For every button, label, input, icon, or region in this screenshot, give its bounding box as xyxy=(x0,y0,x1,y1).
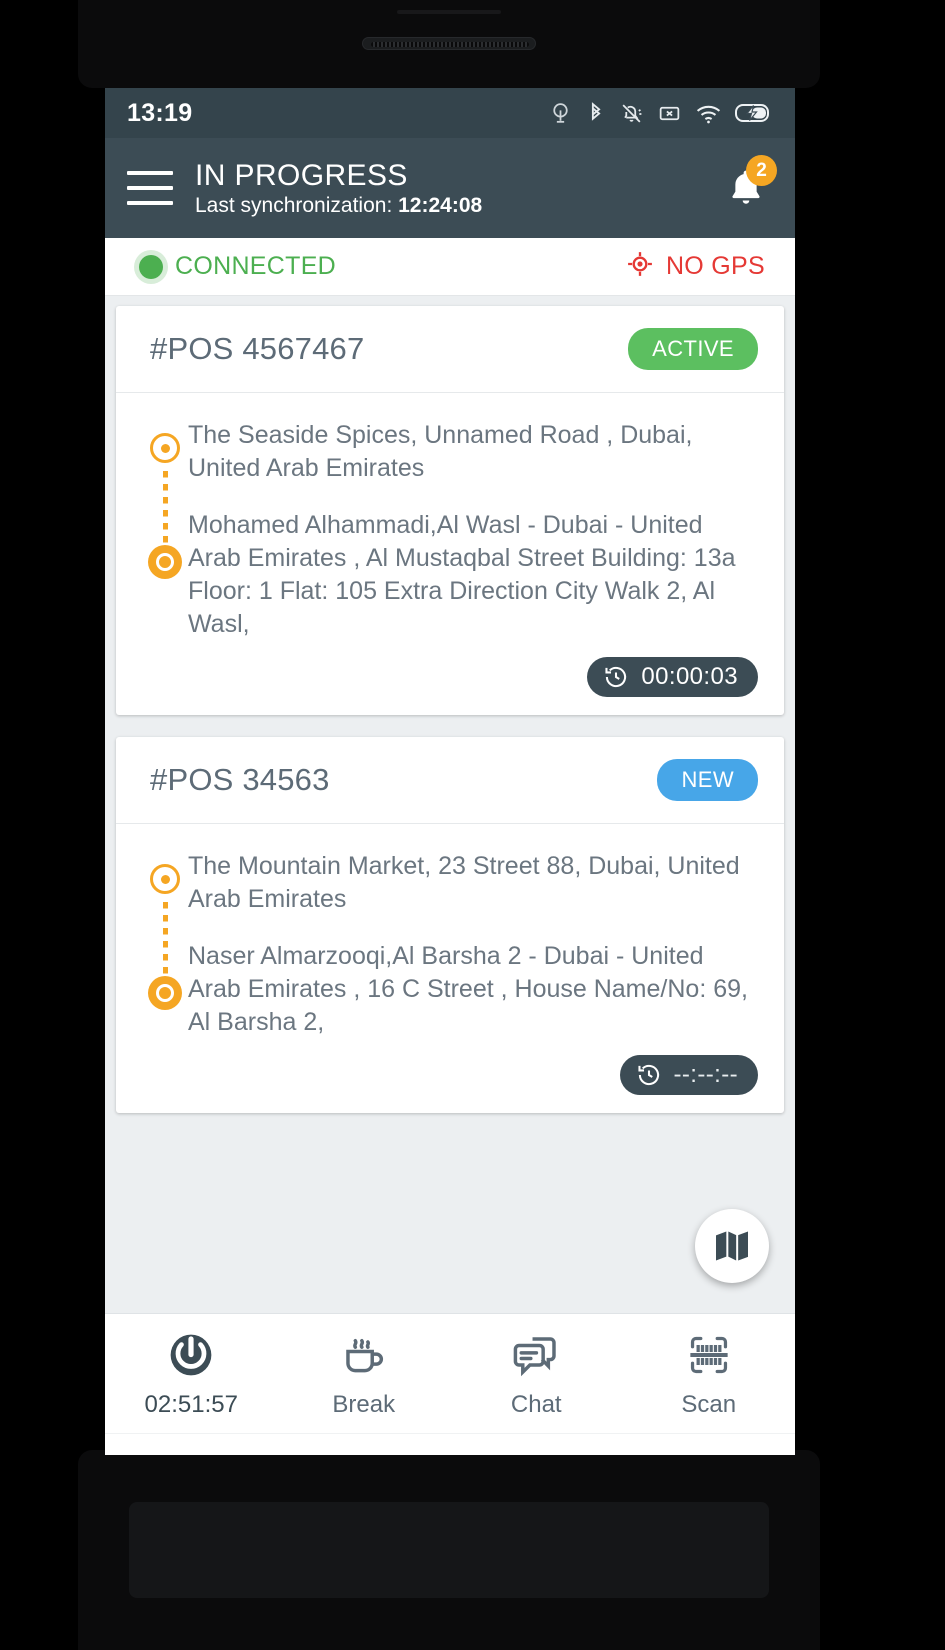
connection-status-bar: CONNECTED NO GPS xyxy=(105,238,795,296)
app-bar-text-group: IN PROGRESS Last synchronization: 12:24:… xyxy=(195,158,482,216)
map-icon xyxy=(716,1231,748,1261)
earpiece-speaker xyxy=(362,37,536,50)
bottom-tab-bar: 02:51:57 Break Chat Scan xyxy=(105,1313,795,1433)
order-timer-badge: --:--:-- xyxy=(619,1055,758,1095)
phone-top-bezel xyxy=(78,0,820,88)
wifi-icon xyxy=(695,101,722,126)
order-card[interactable]: #POS 4567467 ACTIVE The Seaside Spices, … xyxy=(116,306,784,715)
route-rail xyxy=(142,419,188,641)
order-list[interactable]: #POS 4567467 ACTIVE The Seaside Spices, … xyxy=(105,296,795,1313)
order-id: #POS 34563 xyxy=(150,762,330,797)
connection-status: CONNECTED xyxy=(139,252,336,281)
order-card[interactable]: #POS 34563 NEW The Mountain Market, 23 S… xyxy=(116,737,784,1113)
order-card-body: The Seaside Spices, Unnamed Road , Dubai… xyxy=(116,393,784,715)
status-icon-group xyxy=(548,101,773,126)
route-dotted-line xyxy=(163,471,168,549)
chat-bubbles-icon xyxy=(513,1336,556,1376)
pickup-address: The Mountain Market, 23 Street 88, Dubai… xyxy=(188,852,740,913)
dropoff-marker-icon xyxy=(148,545,182,579)
app-bar: IN PROGRESS Last synchronization: 12:24:… xyxy=(105,138,795,238)
history-clock-icon xyxy=(605,666,627,688)
notifications-off-icon xyxy=(619,101,644,126)
notification-bell-button[interactable]: 2 xyxy=(717,155,777,217)
order-id: #POS 4567467 xyxy=(150,331,365,366)
route-block: The Seaside Spices, Unnamed Road , Dubai… xyxy=(142,419,758,641)
tab-chat[interactable]: Chat xyxy=(450,1314,623,1433)
status-badge: NEW xyxy=(657,759,758,801)
coffee-cup-icon xyxy=(345,1338,383,1372)
gps-crosshair-icon xyxy=(626,250,654,283)
route-dotted-line xyxy=(163,902,168,980)
pickup-marker-icon xyxy=(150,864,180,894)
status-clock: 13:19 xyxy=(127,98,193,127)
route-rail xyxy=(142,850,188,1039)
last-sync-text: Last synchronization: 12:24:08 xyxy=(195,195,482,216)
android-status-bar: 13:19 xyxy=(105,88,795,138)
order-timer-row: --:--:-- xyxy=(142,1039,758,1095)
connection-status-label: CONNECTED xyxy=(175,252,337,280)
order-timer-badge: 00:00:03 xyxy=(587,657,758,697)
route-block: The Mountain Market, 23 Street 88, Dubai… xyxy=(142,850,758,1039)
shift-timer-label: 02:51:57 xyxy=(144,1390,238,1418)
android-nav-bar xyxy=(105,1433,795,1455)
tab-shift-timer[interactable]: 02:51:57 xyxy=(105,1314,278,1433)
order-card-header: #POS 4567467 ACTIVE xyxy=(116,306,784,393)
order-timer-value: --:--:-- xyxy=(673,1061,738,1088)
sim-error-icon xyxy=(657,101,682,126)
dropoff-marker-icon xyxy=(148,976,182,1010)
gps-status: NO GPS xyxy=(626,250,765,283)
order-card-header: #POS 34563 NEW xyxy=(116,737,784,824)
scan-label: Scan xyxy=(681,1390,737,1418)
dropoff-address: Naser Almarzooqi,Al Barsha 2 - Dubai - U… xyxy=(188,942,748,1036)
pickup-address: The Seaside Spices, Unnamed Road , Dubai… xyxy=(188,421,693,482)
last-sync-label: Last synchronization: xyxy=(195,193,393,217)
power-button-icon xyxy=(170,1334,212,1375)
dropoff-address: Mohamed Alhammadi,Al Wasl - Dubai - Unit… xyxy=(188,511,736,638)
cast-icon xyxy=(548,101,573,126)
order-card-body: The Mountain Market, 23 Street 88, Dubai… xyxy=(116,824,784,1113)
history-clock-icon xyxy=(637,1064,659,1086)
barcode-scan-icon xyxy=(690,1336,728,1373)
status-badge: ACTIVE xyxy=(628,328,758,370)
break-label: Break xyxy=(332,1390,396,1418)
route-addresses: The Mountain Market, 23 Street 88, Dubai… xyxy=(188,850,758,1039)
route-addresses: The Seaside Spices, Unnamed Road , Dubai… xyxy=(188,419,758,641)
page-title: IN PROGRESS xyxy=(195,158,408,192)
phone-frame: 13:19 IN PROGRESS Last synchronization: … xyxy=(0,0,945,1650)
battery-charging-icon xyxy=(735,101,773,125)
pickup-marker-icon xyxy=(150,433,180,463)
chat-label: Chat xyxy=(510,1390,562,1418)
hamburger-menu-icon[interactable] xyxy=(127,171,173,205)
connected-dot-icon xyxy=(139,254,163,279)
map-fab-button[interactable] xyxy=(695,1209,769,1283)
last-sync-time: 12:24:08 xyxy=(398,193,483,217)
bluetooth-icon xyxy=(586,101,606,126)
gps-status-label: NO GPS xyxy=(665,252,765,280)
order-timer-value: 00:00:03 xyxy=(641,663,738,690)
notification-badge: 2 xyxy=(746,155,777,186)
tab-scan[interactable]: Scan xyxy=(623,1314,796,1433)
tab-break[interactable]: Break xyxy=(278,1314,451,1433)
phone-bottom-bezel xyxy=(78,1450,820,1650)
order-timer-row: 00:00:03 xyxy=(142,641,758,697)
phone-screen: 13:19 IN PROGRESS Last synchronization: … xyxy=(105,88,795,1455)
